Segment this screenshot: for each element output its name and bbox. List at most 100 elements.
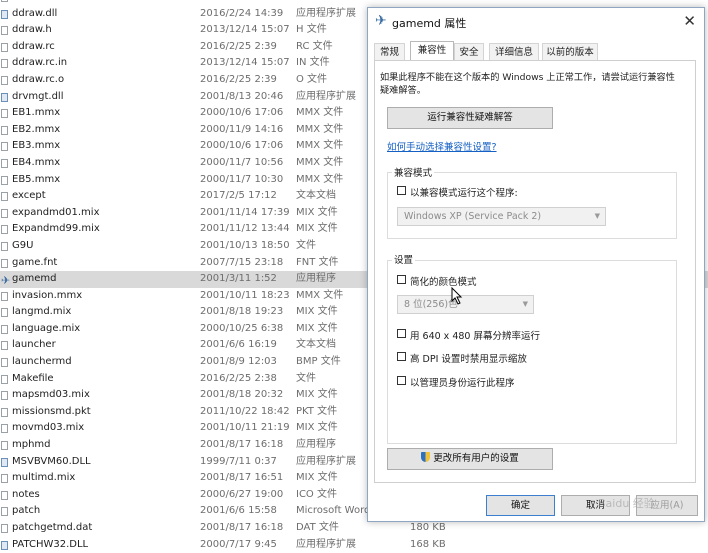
file-date: 2001/10/11 18:23	[200, 289, 290, 301]
file-date: 2000/11/7 10:56	[200, 156, 284, 168]
file-icon	[1, 26, 8, 36]
file-date: 2001/8/18 19:23	[200, 306, 284, 318]
os-version-select[interactable]: Windows XP (Service Pack 2) ▼	[397, 207, 606, 226]
file-date: 2001/10/13 18:50	[200, 239, 290, 251]
file-type: FNT 文件	[296, 256, 339, 268]
file-date: 2016/2/25 2:39	[200, 40, 277, 52]
file-type: MIX 文件	[296, 322, 338, 334]
close-icon[interactable]: ✕	[683, 12, 696, 30]
change-all-users-button[interactable]: 更改所有用户的设置	[387, 448, 553, 470]
file-date: 2017/2/5 17:12	[200, 190, 277, 202]
troubleshoot-button[interactable]: 运行兼容性疑难解答	[387, 107, 553, 129]
checkbox-box[interactable]	[397, 275, 406, 284]
file-name: Makefile	[12, 372, 54, 384]
file-name: ddraw.dll	[12, 7, 58, 19]
file-name: ddraw.rc	[12, 40, 55, 52]
file-type: H 文件	[296, 24, 327, 36]
file-icon	[1, 175, 8, 185]
file-icon	[1, 125, 8, 135]
file-icon	[1, 0, 8, 2]
file-name: ddraw.h	[12, 24, 52, 36]
file-date: 2011/10/22 18:42	[200, 405, 290, 417]
checkbox-box[interactable]	[397, 376, 406, 385]
file-icon	[1, 441, 8, 451]
file-type: MMX 文件	[296, 173, 344, 185]
file-date: 2013/12/14 15:07	[200, 24, 290, 36]
file-date: 2000/6/27 19:00	[200, 488, 284, 500]
tab-general[interactable]: 常规	[374, 43, 405, 60]
file-date: 2001/11/14 17:39	[200, 206, 290, 218]
file-icon	[1, 158, 8, 168]
color-depth-select[interactable]: 8 位(256)色 ▼	[397, 295, 534, 314]
watermark: Baidu 经验	[598, 497, 655, 510]
file-name: except	[12, 190, 46, 202]
file-date: 2007/7/15 23:18	[200, 256, 284, 268]
gamemd-app-icon: ✈	[375, 13, 387, 29]
file-row[interactable]: patchgetmd.dat 2001/8/17 16:18 DAT 文件 180 K…	[0, 520, 708, 537]
file-icon	[1, 258, 8, 268]
file-icon	[1, 308, 8, 318]
file-name: patchgetmd.dat	[12, 522, 93, 533]
tab-compatibility[interactable]: 兼容性	[410, 41, 454, 60]
file-icon	[1, 75, 8, 85]
file-type: MIX 文件	[296, 223, 338, 235]
file-date: 2001/8/13 20:46	[200, 90, 284, 102]
file-date: 2001/8/17 16:18	[200, 522, 284, 533]
file-type: MMX 文件	[296, 140, 344, 152]
file-date: 2000/11/9 14:16	[200, 123, 284, 135]
ok-button[interactable]: 确定	[486, 495, 555, 516]
tab-security[interactable]: 安全	[454, 43, 484, 60]
manual-settings-link[interactable]: 如何手动选择兼容性设置?	[387, 139, 497, 153]
file-date: 2001/8/9 12:03	[200, 356, 277, 368]
shield-icon	[421, 452, 431, 462]
file-name: ddraw.rc.o	[12, 73, 65, 85]
settings-legend: 设置	[392, 252, 416, 266]
file-name: MSVBVM60.DLL	[12, 455, 91, 467]
file-date: 2013/12/14 15:07	[200, 57, 290, 69]
file-row[interactable]: PATCHW32.DLL 2000/7/17 9:45 应用程序扩展 168 KB	[0, 537, 708, 553]
file-icon	[1, 424, 8, 434]
checkbox-box[interactable]	[397, 186, 406, 195]
file-type: MIX 文件	[296, 389, 338, 401]
file-icon	[1, 142, 8, 152]
file-name: missionsmd.pkt	[12, 405, 91, 417]
compat-mode-legend: 兼容模式	[392, 165, 435, 179]
file-name: launchermd	[12, 356, 72, 368]
file-name: gamemd	[12, 273, 57, 285]
file-date: 2001/8/17 16:51	[200, 472, 284, 484]
file-name: launcher	[12, 339, 56, 351]
file-type: 文件	[296, 372, 316, 384]
file-date: 1999/7/11 0:37	[200, 455, 277, 467]
file-icon	[1, 474, 8, 484]
file-icon	[1, 192, 8, 202]
file-type: 应用程序扩展	[296, 455, 356, 467]
file-name: EB2.mmx	[12, 123, 61, 135]
file-name: PATCHW32.DLL	[12, 538, 89, 550]
file-type: MIX 文件	[296, 206, 338, 218]
file-icon	[1, 291, 8, 301]
gear-icon	[1, 9, 8, 19]
file-name: EB1.mmx	[12, 107, 61, 119]
file-icon	[1, 225, 8, 235]
os-version-value: Windows XP (Service Pack 2)	[404, 211, 542, 222]
file-name: multimd.mix	[12, 472, 76, 484]
file-type: 应用程序扩展	[296, 7, 356, 19]
file-date: 2016/2/25 2:38	[200, 372, 277, 384]
file-type: MMX 文件	[296, 123, 344, 135]
checkbox-box[interactable]	[397, 352, 406, 361]
file-type: ICO 文件	[296, 488, 337, 500]
file-name: game.fnt	[12, 256, 58, 268]
tab-previous-versions[interactable]: 以前的版本	[542, 43, 598, 60]
file-date: 2001/3/11 1:52	[200, 273, 277, 285]
file-type: MIX 文件	[296, 472, 338, 484]
file-date: 2000/10/25 6:38	[200, 322, 284, 334]
file-type: RC 文件	[296, 40, 333, 52]
file-icon	[1, 42, 8, 52]
file-name: patch	[12, 505, 41, 517]
dialog-titlebar[interactable]: ✈ gamemd 属性 ✕	[368, 8, 704, 36]
file-name: notes	[12, 488, 40, 500]
checkbox-box[interactable]	[397, 329, 406, 338]
tab-details[interactable]: 详细信息	[489, 43, 539, 60]
file-icon	[1, 241, 8, 251]
file-type: BMP 文件	[296, 356, 341, 368]
